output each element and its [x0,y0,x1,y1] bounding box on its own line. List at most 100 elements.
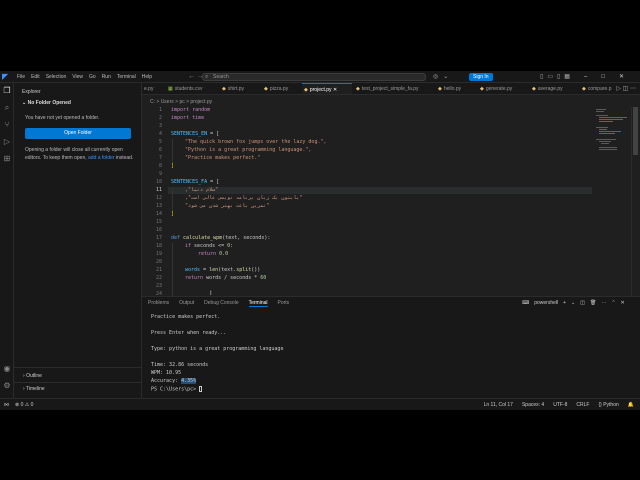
encoding[interactable]: UTF-8 [553,399,567,410]
shell-name[interactable]: powershell [534,300,558,306]
menu-run[interactable]: Run [99,71,114,83]
sign-in-button[interactable]: Sign In [469,73,493,81]
line-number: 5 [158,139,162,145]
activity-bar: ❐ ⌕ ⑂ ▷ ⊞ ◉ ⚙ [0,83,14,398]
tab-project-py[interactable]: ◆ project.py ✕ [302,83,352,94]
tab-problems[interactable]: Problems [148,300,169,307]
no-folder-section[interactable]: ⌄ No Folder Opened [22,100,71,106]
tab-pizza-py[interactable]: ◆ pizza.py [262,83,288,94]
chevron-down-icon[interactable]: ⌄ [443,71,448,83]
customize-layout-icon[interactable]: ▦ [564,71,570,83]
toggle-sidebar-icon[interactable]: ▯ [540,71,543,83]
maximize-icon[interactable]: □ [601,71,605,83]
tab-debug-console[interactable]: Debug Console [204,300,238,307]
terminal-line: Practice makes perfect. [151,314,221,320]
language-mode[interactable]: {} Python [598,399,618,410]
more-icon[interactable]: ⋯ [630,86,636,92]
tab-test-project-simple-fa-py[interactable]: ◆ test_project_simple_fa.py [354,83,419,94]
code-line: ] [171,211,175,217]
toggle-secondary-sidebar-icon[interactable]: ▯ [557,71,560,83]
tab-output[interactable]: Output [179,300,194,307]
line-ending[interactable]: CRLF [576,399,589,410]
tab-average-py[interactable]: ◆ average.py [530,83,563,94]
outline-section[interactable]: › Outline [23,373,42,379]
outline-label: Outline [26,373,42,379]
menu-go[interactable]: Go [86,71,99,83]
line-number: 2 [158,115,162,121]
tab-students-csv[interactable]: ▦ students.csv [166,83,203,94]
maximize-panel-icon[interactable]: ⌃ [611,300,615,306]
terminal-line: Accuracy: 4.35% [151,378,197,384]
tab-compare-py[interactable]: ◆ compare.p [580,83,611,94]
indentation[interactable]: Spaces: 4 [522,399,544,410]
status-bar: ⋈ ⊗ 0 ⚠ 0 Ln 11, Col 17 Spaces: 4 UTF-8 … [0,398,640,410]
python-icon: ◆ [438,86,442,92]
error-count: 0 [20,402,24,408]
menu-help[interactable]: Help [139,71,155,83]
divider [14,382,142,383]
code-token: len [209,267,219,273]
trash-icon[interactable]: 🗑 [590,300,596,306]
line-number: 20 [155,259,162,265]
code-token: return [185,275,204,281]
search-icon[interactable]: ⌕ [2,103,12,113]
tab-e-py[interactable]: e.py [142,83,153,94]
problems-indicator[interactable]: ⊗ 0 ⚠ 0 [15,399,33,410]
code-line: def calculate_wpm(text, seconds): [171,235,270,241]
tab-hello-py[interactable]: ◆ hello.py [436,83,462,94]
code-token: = [200,267,210,273]
terminal-cursor [199,386,203,392]
tab-label: shirt.py [227,86,244,92]
tab-label: hello.py [443,86,462,92]
split-editor-icon[interactable]: ◫ [623,86,629,92]
run-debug-icon[interactable]: ▷ [2,137,12,147]
chevron-down-icon[interactable]: ⌄ [571,300,575,306]
source-control-icon[interactable]: ⑂ [2,120,12,130]
timeline-section[interactable]: › Timeline [23,386,45,392]
minimize-icon[interactable]: – [584,71,587,83]
menu-selection[interactable]: Selection [43,71,70,83]
vscode-window: ◤ File Edit Selection View Go Run Termin… [0,71,640,410]
tab-terminal[interactable]: Terminal [248,300,268,307]
code-token: words / seconds * [203,275,261,281]
tab-shirt-py[interactable]: ◆ shirt.py [220,83,244,94]
run-icon[interactable]: ▷ [616,86,621,92]
cursor-position[interactable]: Ln 11, Col 17 [484,399,513,410]
bell-icon[interactable]: 🔔 [628,399,634,410]
divider [14,367,142,368]
search-box[interactable]: ⌕ Search [202,73,426,81]
add-folder-link[interactable]: add a folder [88,155,114,161]
add-terminal-icon[interactable]: + [563,300,566,306]
scrollbar-thumb[interactable] [633,107,638,155]
close-panel-icon[interactable]: ✕ [621,300,625,306]
split-terminal-icon[interactable]: ◫ [580,300,585,306]
more-icon[interactable]: ⋯ [601,300,606,306]
tab-label: students.csv [174,86,203,92]
csv-icon: ▦ [168,86,173,92]
code-line: "Practice makes perfect." [185,155,261,161]
line-number: 22 [155,275,162,281]
menu-file[interactable]: File [14,71,28,83]
menu-edit[interactable]: Edit [28,71,43,83]
menu-view[interactable]: View [69,71,86,83]
prompt-text: PS C:\Users\pc> [151,386,200,393]
status-left: ⋈ ⊗ 0 ⚠ 0 [4,399,33,410]
remote-icon[interactable]: ⋈ [4,399,9,410]
explorer-icon[interactable]: ❐ [2,86,12,96]
breadcrumb[interactable]: C: > Users > pc > project.py [150,99,212,105]
account-icon[interactable]: ◉ [2,364,12,374]
sidebar-title: Explorer [22,89,41,95]
editor-tabs: e.py ▦ students.csv ◆ shirt.py ◆ pizza.py ◆… [142,83,640,95]
toggle-panel-icon[interactable]: ▭ [547,71,553,83]
title-bar: ◤ File Edit Selection View Go Run Termin… [0,71,640,83]
extensions-icon[interactable]: ⊞ [2,154,12,164]
open-folder-button[interactable]: Open Folder [25,128,131,139]
tab-generate-py[interactable]: ◆ generate.py [478,83,512,94]
close-icon[interactable]: ✕ [619,71,624,83]
menu-terminal[interactable]: Terminal [114,71,139,83]
tab-ports[interactable]: Ports [278,300,290,307]
line-number: 11 [155,187,162,193]
close-tab-icon[interactable]: ✕ [333,87,337,93]
copilot-icon[interactable]: ◎ [433,71,438,83]
gear-icon[interactable]: ⚙ [2,381,12,391]
